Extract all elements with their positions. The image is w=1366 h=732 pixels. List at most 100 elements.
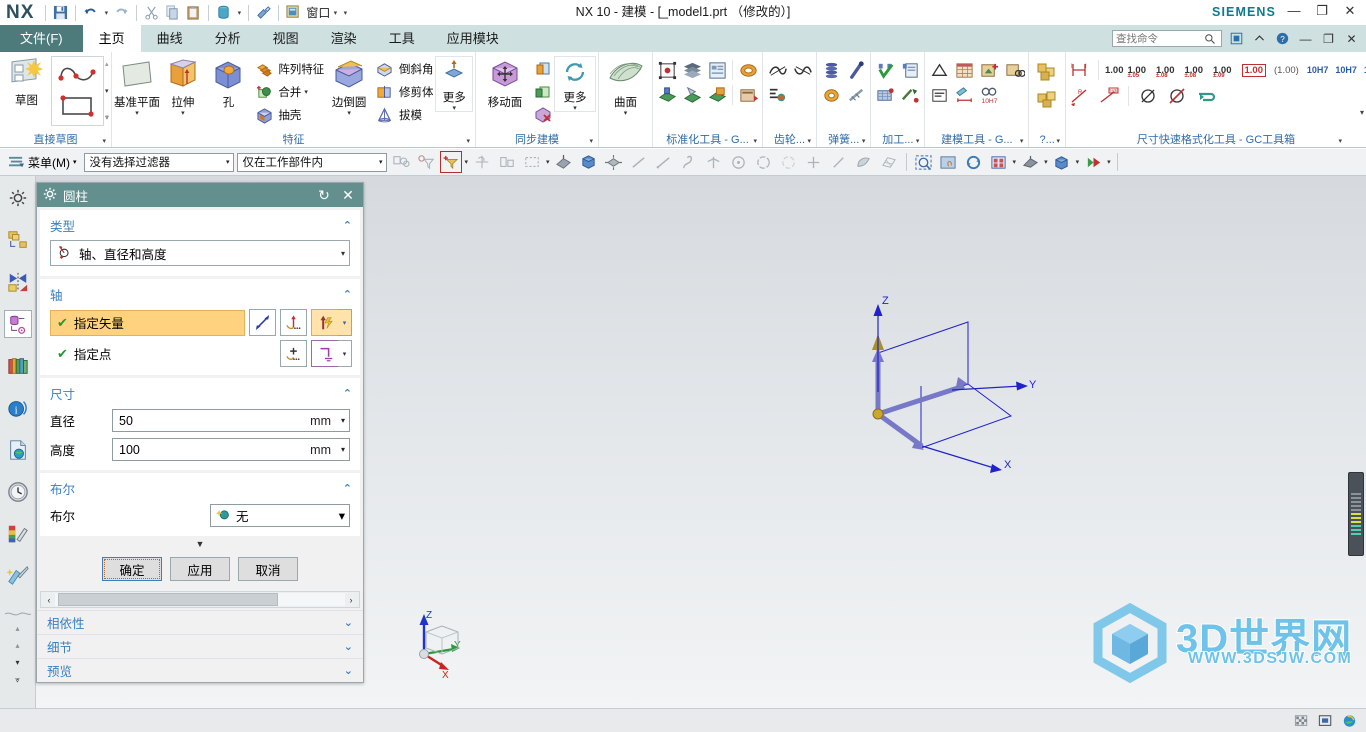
type-combo[interactable]: 轴、直径和高度 ▾ (50, 240, 350, 266)
radius-dim-icon[interactable]: R|Ø| (1097, 84, 1121, 108)
edge-blend-caret[interactable]: ▾ (347, 110, 351, 117)
surface-button[interactable]: 曲面 ▾ (601, 56, 650, 117)
view-layout-icon[interactable] (988, 151, 1010, 173)
tab-analysis[interactable]: 分析 (199, 25, 257, 52)
point-constructor-button[interactable] (280, 340, 307, 367)
circle2-icon[interactable] (778, 151, 800, 173)
diameter-unit-caret-icon[interactable]: ▾ (341, 416, 345, 425)
tab-view[interactable]: 视图 (257, 25, 315, 52)
attribute-icon[interactable] (736, 58, 760, 82)
spring-section-icon[interactable] (844, 83, 868, 107)
group-dialog-launcher-feature[interactable]: ▾ (466, 134, 470, 147)
cancel-button[interactable]: 取消 (238, 557, 298, 581)
tolerance-icon[interactable]: 10H7 (977, 83, 1001, 107)
view-compare-icon[interactable] (1002, 58, 1026, 82)
pull-face-icon[interactable] (532, 58, 554, 80)
dialog-collapsed-details[interactable]: 细节 ⌄ (37, 634, 363, 658)
system-scene-icon[interactable] (4, 562, 32, 590)
diameter-input[interactable]: 50 mm ▾ (112, 409, 350, 432)
dim-token-0[interactable]: 1.00 (1105, 65, 1124, 76)
rectangle-select-icon[interactable] (521, 151, 543, 173)
part-navigator-icon[interactable] (4, 184, 32, 212)
hole-button[interactable]: 孔 (206, 56, 252, 110)
rail-scroll-down-icon[interactable]: ▾ (15, 658, 19, 667)
section-collapse-dimensions-icon[interactable]: ⌃ (343, 387, 352, 400)
filter-add-icon[interactable] (439, 151, 462, 173)
dynamic-wcs-icon[interactable] (603, 151, 625, 173)
selection-scope-caret-icon[interactable]: ▾ (379, 158, 383, 166)
unite-button[interactable]: 合并 ▾ (251, 81, 326, 103)
selection-scope-combo[interactable]: 仅在工作部件内 ▾ (236, 152, 387, 172)
save-icon[interactable] (50, 2, 71, 23)
hscroll-right-icon[interactable]: › (345, 595, 357, 605)
view-triad[interactable]: Z Y X (398, 604, 468, 682)
dim-token-5[interactable]: 1.00 (1241, 63, 1266, 77)
axis-icon[interactable] (703, 151, 725, 173)
select-feature-icon[interactable] (390, 151, 412, 173)
dim-token-2[interactable]: 1.00 ±.08 (1156, 65, 1175, 79)
bom-table-icon[interactable] (736, 83, 760, 107)
window-restore-button[interactable]: ❐ (1314, 3, 1330, 19)
reuse-library-icon[interactable] (4, 352, 32, 380)
layer-stack-icon[interactable] (680, 58, 704, 82)
collapsed-details-chevron-icon[interactable]: ⌄ (344, 640, 353, 653)
group-dialog-launcher-sync[interactable]: ▾ (589, 134, 593, 147)
specify-point-field[interactable]: ✔ 指定点 (50, 341, 276, 367)
move-face-button[interactable]: 移动面 (478, 56, 532, 110)
color-display-icon[interactable] (1082, 151, 1104, 173)
tab-render[interactable]: 渲染 (315, 25, 373, 52)
shade-region-icon[interactable] (853, 151, 875, 173)
pattern-feature-button[interactable]: 阵列特征 (251, 58, 326, 80)
height-unit-caret-icon[interactable]: ▾ (341, 445, 345, 454)
dialog-close-icon[interactable]: ✕ (339, 187, 357, 204)
hscroll-left-icon[interactable]: ‹ (43, 595, 55, 605)
shaded-edges-icon[interactable] (553, 151, 575, 173)
section-header-dimensions[interactable]: 尺寸 ⌃ (40, 380, 360, 406)
dim-token-8[interactable]: 10H7 (1335, 65, 1357, 75)
view-layout-caret-icon[interactable]: ▾ (1013, 158, 1017, 166)
menu-caret-icon[interactable]: ▾ (73, 158, 77, 166)
more-features-caret[interactable]: ▾ (452, 105, 456, 112)
command-search[interactable] (1112, 30, 1222, 47)
cylindrical-spring-icon[interactable] (819, 58, 843, 82)
cut-icon[interactable] (141, 2, 162, 23)
snap-point-icon[interactable] (471, 151, 493, 173)
edge-blend-button[interactable]: 边倒圆 ▾ (326, 56, 372, 117)
inferred-point-button[interactable] (311, 340, 338, 367)
selection-filter-combo[interactable]: 没有选择过滤器 ▾ (83, 152, 234, 172)
tab-tools[interactable]: 工具 (373, 25, 431, 52)
assembly-navigator-icon[interactable] (4, 226, 32, 254)
section-collapse-boolean-icon[interactable]: ⌃ (343, 482, 352, 495)
triangle-icon[interactable] (927, 58, 951, 82)
group-dialog-launcher-spring[interactable]: ▾ (862, 134, 866, 147)
fullscreen-icon[interactable] (1228, 30, 1245, 47)
window-minimize-button[interactable]: — (1286, 3, 1302, 19)
blocks-icon-1[interactable] (1035, 60, 1059, 84)
check-geometry-icon[interactable] (873, 58, 897, 82)
window-manager-icon[interactable] (283, 2, 304, 23)
undo-icon[interactable] (80, 2, 101, 23)
menu-button[interactable]: 菜单(M) ▾ (4, 154, 81, 171)
selection-filter-caret-icon[interactable]: ▾ (226, 158, 230, 166)
window-menu-label[interactable]: 窗口 (304, 4, 330, 21)
line2-icon[interactable] (653, 151, 675, 173)
datum-plane-button[interactable]: 基准平面 ▾ (114, 56, 160, 117)
dialog-horizontal-scrollbar[interactable]: ‹ › (40, 591, 360, 608)
rotate-view-icon[interactable] (963, 151, 985, 173)
datum-plane-caret[interactable]: ▾ (135, 110, 139, 117)
mesh-icon[interactable] (878, 151, 900, 173)
chamfer-button[interactable]: 倒斜角 (372, 58, 436, 80)
circle-icon[interactable] (753, 151, 775, 173)
reverse-vector-button[interactable] (249, 309, 276, 336)
spur-gear-icon[interactable] (765, 58, 789, 82)
group-dialog-launcher-gear[interactable]: ▾ (807, 134, 811, 147)
status-browser-icon[interactable] (1340, 712, 1358, 730)
group-dialog-launcher-machining[interactable]: ▾ (916, 134, 920, 147)
system-materials-icon[interactable] (4, 520, 32, 548)
sketch-button[interactable]: 草图 (2, 56, 51, 108)
cylinder-dialog[interactable]: 圆柱 ↻ ✕ 类型 ⌃ 轴、直径和高度 ▾ 轴 ⌃ ✔ 指定矢量 ▾ ✔ 指定点… (36, 182, 364, 683)
draft-button[interactable]: 拔模 (372, 104, 436, 126)
gallery-expand-icon[interactable]: ⩔ (105, 114, 109, 122)
type-combo-caret-icon[interactable]: ▾ (341, 249, 345, 258)
paint-icon[interactable] (253, 2, 274, 23)
